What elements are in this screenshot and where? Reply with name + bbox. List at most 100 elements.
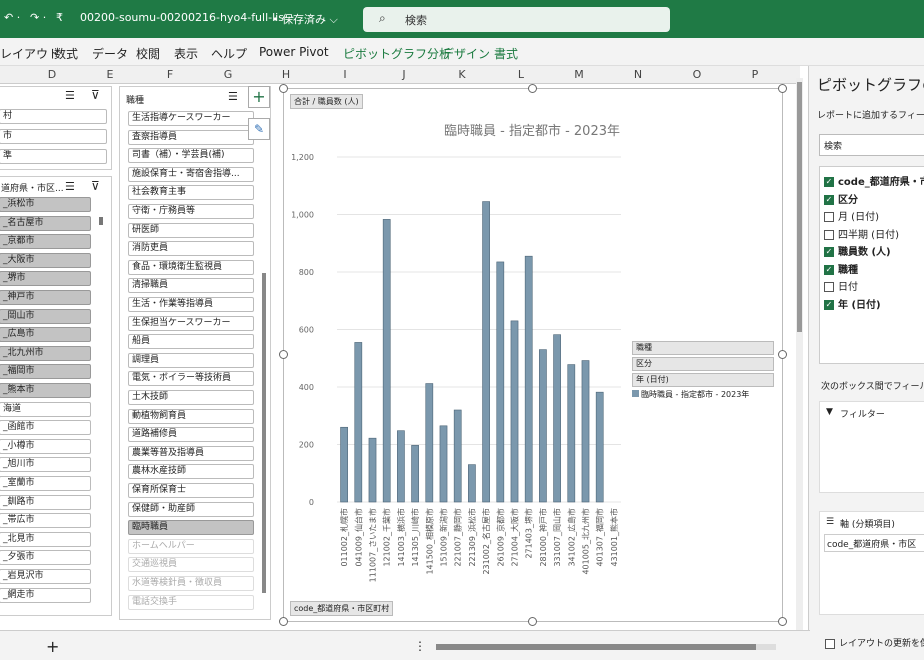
axis-field-item[interactable]: code_都道府県・市区 — [824, 534, 924, 552]
resize-handle[interactable] — [528, 617, 537, 626]
checkbox-icon[interactable]: ✓ — [824, 247, 834, 257]
slicer-item[interactable]: _釧路市 — [0, 494, 91, 510]
checkbox-icon[interactable]: ✓ — [824, 194, 834, 205]
filter-area[interactable]: ▼ フィルター — [819, 401, 924, 493]
legend-field-button[interactable]: 職種 — [632, 341, 774, 355]
resize-handle[interactable] — [778, 350, 787, 359]
checkbox-icon[interactable]: ✓ — [824, 177, 834, 187]
field-item[interactable]: 日付 — [824, 278, 858, 293]
slicer-item[interactable]: 生活・作業等指導員 — [128, 297, 254, 312]
slicer-scrollbar[interactable] — [99, 217, 103, 225]
multi-select-icon[interactable]: ☰ — [228, 90, 238, 103]
slicer-item[interactable]: _帯広市 — [0, 513, 91, 529]
slicer-item[interactable]: 土木技師 — [128, 390, 254, 405]
search-input[interactable]: ⌕ 検索 — [363, 7, 670, 32]
resize-handle[interactable] — [279, 84, 288, 93]
axis-field-button[interactable]: code_都道府県・市区町村 — [290, 601, 394, 616]
pivot-chart[interactable]: 合計 / 職員数 (人) 臨時職員 - 指定都市 - 2023年 0 200 400 6… — [283, 88, 783, 622]
resize-handle[interactable] — [778, 84, 787, 93]
tab-layout[interactable]: レイアウト — [0, 45, 60, 62]
checkbox-icon[interactable]: ✓ — [824, 299, 834, 310]
slicer-item[interactable]: _広島市 — [0, 327, 91, 343]
checkbox-icon[interactable] — [824, 212, 834, 222]
slicer-item[interactable]: 食品・環境衛生監視員 — [128, 259, 254, 275]
slicer-item[interactable]: 交通巡視員 — [128, 557, 254, 573]
slicer-item[interactable]: 市 — [0, 129, 107, 144]
col-header[interactable]: J — [394, 68, 414, 81]
slicer-item[interactable]: 道路補修員 — [128, 427, 254, 443]
tab-format[interactable]: 書式 — [494, 45, 518, 62]
field-item[interactable]: ✓ code_都道府県・市 — [824, 173, 924, 188]
slicer-item[interactable]: _岩見沢市 — [0, 569, 91, 584]
slicer-item[interactable]: _夕張市 — [0, 550, 91, 566]
slicer-item[interactable]: _福岡市 — [0, 364, 91, 380]
slicer-item[interactable]: 査察指導員 — [128, 129, 254, 145]
slicer-item[interactable]: _浜松市 — [0, 197, 91, 212]
clear-filter-icon[interactable]: ⊽ — [91, 179, 100, 193]
slicer-item[interactable]: _函館市 — [0, 420, 91, 436]
col-header[interactable]: L — [511, 68, 531, 81]
slicer-item[interactable]: _網走市 — [0, 587, 91, 603]
clear-filter-icon[interactable]: ⊽ — [91, 88, 100, 102]
legend-field-button[interactable]: 区分 — [632, 357, 774, 371]
slicer-item[interactable]: _旭川市 — [0, 457, 91, 473]
checkbox-icon[interactable] — [824, 282, 834, 292]
slicer-item[interactable]: _北九州市 — [0, 345, 91, 361]
sheet-options-icon[interactable]: ⋮ — [414, 639, 426, 653]
col-header[interactable]: O — [687, 68, 707, 81]
redo-button[interactable]: ↷ · — [30, 11, 46, 24]
checkbox-icon[interactable] — [824, 229, 834, 240]
slicer-item[interactable]: _名古屋市 — [0, 215, 91, 231]
slicer-item[interactable]: 守衛・庁務員等 — [128, 204, 254, 219]
tab-formulas[interactable]: 数式 — [54, 45, 78, 62]
slicer-item[interactable]: 農林水産技師 — [128, 464, 254, 480]
slicer-item[interactable]: 清掃職員 — [128, 278, 254, 294]
slicer-item[interactable]: _大阪市 — [0, 252, 91, 268]
slicer-item[interactable]: _神戸市 — [0, 290, 91, 305]
slicer-item[interactable]: _室蘭市 — [0, 476, 91, 491]
field-item[interactable]: ✓ 職員数 (人) — [824, 243, 891, 258]
slicer-item[interactable]: _小樽市 — [0, 438, 91, 454]
field-item[interactable]: ✓ 職種 — [824, 261, 858, 276]
slicer-item[interactable]: 研医師 — [128, 222, 254, 238]
slicer-item[interactable]: 水道等検針員・徴収員 — [128, 576, 254, 591]
slicer-item[interactable]: 村 — [0, 109, 107, 124]
slicer-item[interactable]: 生活指導ケースワーカー — [128, 111, 254, 126]
col-header[interactable]: I — [335, 68, 355, 81]
undo-button[interactable]: ↶ · — [4, 11, 20, 24]
slicer-item[interactable]: 船員 — [128, 334, 254, 350]
checkbox-icon[interactable]: ✓ — [824, 264, 834, 275]
multi-select-icon[interactable]: ☰ — [65, 180, 75, 193]
vertical-scrollbar[interactable] — [796, 78, 803, 630]
slicer-item[interactable]: 臨時職員 — [128, 520, 254, 536]
tab-design[interactable]: デザイン — [442, 45, 490, 62]
add-sheet-button[interactable]: + — [46, 637, 59, 656]
field-item[interactable]: 四半期 (日付) — [824, 226, 899, 241]
slicer-item[interactable]: _北見市 — [0, 531, 91, 547]
slicer-item[interactable]: 電気・ボイラー等技術員 — [128, 371, 254, 387]
col-header[interactable]: M — [569, 68, 589, 81]
col-header[interactable]: E — [100, 68, 120, 81]
multi-select-icon[interactable]: ☰ — [65, 89, 75, 102]
slicer-item[interactable]: 動植物飼育員 — [128, 408, 254, 424]
col-header[interactable]: P — [745, 68, 765, 81]
slicer-item[interactable]: 生保担当ケースワーカー — [128, 315, 254, 331]
slicer-item[interactable]: 準 — [0, 149, 107, 164]
slicer-item[interactable]: 社会教育主事 — [128, 185, 254, 201]
tab-review[interactable]: 校閲 — [136, 45, 160, 62]
slicer-item[interactable]: ホームヘルパー — [128, 538, 254, 554]
slicer-item[interactable]: 保育所保育士 — [128, 483, 254, 498]
field-item[interactable]: 月 (日付) — [824, 208, 879, 223]
slicer-item[interactable]: 電話交換手 — [128, 594, 254, 610]
slicer-item[interactable]: 施設保育士・寄宿舎指導... — [128, 166, 254, 182]
resize-handle[interactable] — [279, 350, 288, 359]
axis-area[interactable]: ☰ 軸 (分類項目) code_都道府県・市区 — [819, 511, 924, 615]
slicer-item[interactable]: 海道 — [0, 401, 91, 417]
field-item[interactable]: ✓ 区分 — [824, 191, 858, 206]
col-header[interactable]: K — [452, 68, 472, 81]
horizontal-scrollbar[interactable] — [436, 644, 776, 650]
chart-styles-button[interactable]: ✎ — [248, 118, 270, 140]
tab-help[interactable]: ヘルプ — [211, 45, 247, 62]
resize-handle[interactable] — [279, 617, 288, 626]
col-header[interactable]: N — [628, 68, 648, 81]
